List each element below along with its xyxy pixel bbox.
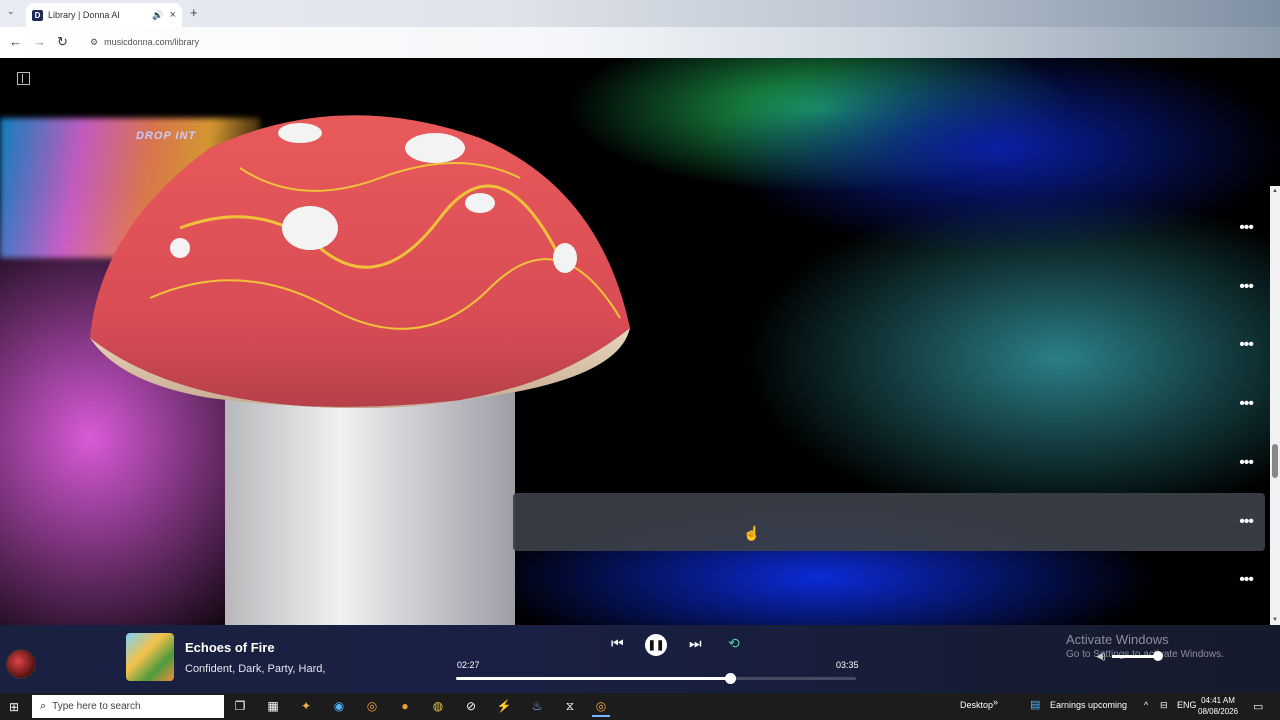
music-player-bar: Echoes of Fire Confident, Dark, Party, H… [0,625,1280,693]
repeat-icon[interactable]: ⟲ [728,635,740,652]
activate-windows-title: Activate Windows [1066,632,1169,647]
app-orange-icon[interactable]: ● [396,697,414,715]
current-time: 02:27 [457,660,480,670]
language-indicator[interactable]: ENG [1177,700,1197,710]
volume-knob[interactable] [1153,651,1163,661]
forward-arrow-icon[interactable]: → [33,34,46,49]
tab-search-chevron-icon[interactable]: ⌄ [7,6,15,17]
earnings-upcoming-label[interactable]: Earnings upcoming [1050,700,1127,710]
more-options-icon[interactable]: ••• [1239,220,1254,236]
chrome-active-icon[interactable]: ◎ [592,697,610,717]
copilot-icon[interactable]: ✦ [297,697,315,715]
site-info-icon[interactable]: ⚙ [90,37,98,48]
tab-close-icon[interactable]: × [170,9,176,21]
more-options-icon[interactable]: ••• [1239,337,1254,353]
track-row-1[interactable]: ••• [513,199,1265,257]
more-options-icon[interactable]: ••• [1239,279,1254,295]
scroll-down-icon[interactable]: ▼ [1272,617,1278,623]
desktop-toolbar-label[interactable]: Desktop [960,700,993,710]
tab-title: Library | Donna AI [48,10,120,20]
track-row-4[interactable]: ••• [513,375,1265,433]
tab-audio-icon[interactable]: 🔊 [152,10,163,21]
clock-date: 08/08/2026 [1198,707,1239,716]
volume-icon[interactable]: ◀) [1096,651,1106,662]
volume-slider[interactable] [1112,651,1163,661]
scroll-up-icon[interactable]: ▲ [1272,188,1278,194]
network-icon[interactable]: ⊟ [1160,700,1168,711]
library-content: DROP INT ••• ••• ••• ••• ••• ••• ••• [0,58,1280,625]
track-cover-art[interactable] [126,633,174,681]
new-tab-plus-icon[interactable]: + [190,5,198,20]
windows-start-icon[interactable]: ⊞ [9,700,19,714]
desktop-chevron-icon[interactable]: » [993,697,998,707]
tradingview-icon[interactable]: ⧖ [561,697,579,715]
tray-expand-icon[interactable]: ^ [1144,700,1148,710]
sidebar-toggle-icon[interactable] [17,72,30,85]
app-settings-icon[interactable]: ⊘ [462,697,480,715]
track-row-7[interactable]: ••• [513,551,1265,609]
task-view-icon[interactable]: ❐ [231,697,249,715]
track-row-6[interactable]: ••• [513,493,1265,551]
more-options-icon[interactable]: ••• [1239,572,1254,588]
donna-favicon-icon: D [32,9,43,21]
windows-taskbar: ⊞ ⌕ Type here to search ❐ ▦ ✦ ◉ ◎ ● ◍ ⊘ … [0,693,1280,720]
clock-time: 04:41 AM [1201,696,1235,705]
more-options-icon[interactable]: ••• [1239,396,1254,412]
scrollbar-thumb[interactable] [1272,444,1278,478]
hand-cursor-icon: ☝ [743,525,761,541]
browser-tab-bar: ⌄ D Library | Donna AI 🔊 × + [0,0,1280,27]
calculator-icon[interactable]: ▦ [264,697,282,715]
more-options-icon[interactable]: ••• [1239,455,1254,471]
track-title[interactable]: Echoes of Fire [185,640,275,655]
flash-app-icon[interactable]: ⚡ [495,697,513,715]
progress-knob[interactable] [725,673,736,684]
taskbar-search-box[interactable]: ⌕ Type here to search [32,695,224,718]
news-icon[interactable]: ▤ [1030,698,1040,711]
browser-tab-library[interactable]: D Library | Donna AI 🔊 × [26,3,182,27]
taskbar-search-placeholder: Type here to search [52,701,141,712]
url-text: musicdonna.com/library [104,37,200,47]
taskbar-clock[interactable]: 04:41 AM 08/08/2026 [1198,695,1238,717]
steam-icon[interactable]: ♨ [528,697,546,715]
page-scrollbar[interactable]: ▲ ▼ [1270,186,1280,625]
track-row-5[interactable]: ••• [513,434,1265,492]
edge-icon[interactable]: ◉ [330,697,348,715]
notifications-icon[interactable]: ▭ [1253,700,1263,713]
track-row-3[interactable]: ••• [513,316,1265,374]
more-options-icon[interactable]: ••• [1239,514,1254,530]
track-tags: Confident, Dark, Party, Hard, [185,663,326,675]
progress-slider[interactable] [456,673,856,684]
reload-icon[interactable]: ↻ [57,34,68,50]
user-avatar[interactable] [6,649,36,679]
previous-track-icon[interactable]: ⏮ [611,635,624,652]
next-track-icon[interactable]: ⏭ [689,635,702,652]
search-icon: ⌕ [40,700,47,712]
url-field[interactable]: ⚙ musicdonna.com/library [90,32,390,52]
progress-fill [456,677,730,680]
chrome-icon[interactable]: ◎ [363,697,381,715]
track-row-2[interactable]: ••• [513,258,1265,316]
app-yellow-icon[interactable]: ◍ [429,697,447,715]
total-time: 03:35 [836,660,859,670]
pause-button[interactable]: ❚❚ [645,634,667,656]
back-arrow-icon[interactable]: ← [9,34,22,49]
